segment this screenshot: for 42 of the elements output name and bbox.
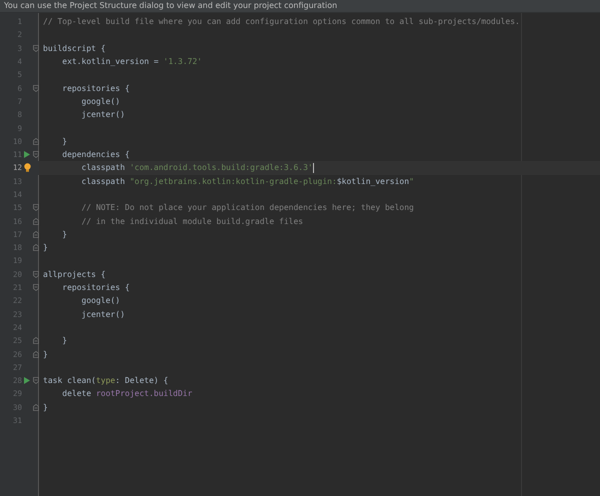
run-icon[interactable] [24,151,30,158]
code-line: // Top-level build file where you can add configuration options common to all sub-projects/modules. [43,17,520,26]
code-line: allprojects { [43,270,106,279]
fold-icon[interactable] [32,337,38,344]
code-line: google() [80,296,120,306]
fold-icon[interactable] [32,84,38,92]
code-line: } [61,336,68,346]
code-line: google() [80,96,120,106]
code-line: } [43,243,48,252]
code-line: buildscript { [43,44,106,53]
code-line: delete rootProject.buildDir [61,389,192,398]
fold-icon[interactable] [32,230,38,238]
run-icon[interactable] [24,377,30,384]
fold-icon[interactable] [32,218,38,225]
code-line: dependencies { [61,150,130,160]
code-line: } [43,350,48,359]
fold-icon[interactable] [32,244,38,252]
code-line: // in the individual module build.gradle files [80,216,304,226]
fold-icon[interactable] [32,44,38,52]
fold-icon[interactable] [32,404,38,411]
code-line: // NOTE: Do not place your application dependencies here; they belong [80,203,414,212]
lightbulb-icon[interactable] [24,163,30,172]
notification-banner: You can use the Project Structure dialog to view and edit your project configuration [0,0,600,13]
code-line: jcenter() [80,110,125,120]
fold-icon[interactable] [32,204,38,212]
code-line: classpath 'com.android.tools.build:gradle:3.6.3' [80,163,313,172]
code-line: classpath "org.jetbrains.kotlin:kotlin-gradle-plugin:$kotlin_version" [80,176,414,186]
fold-icon[interactable] [32,377,38,384]
code-line: task clean(type: Delete) { [43,376,168,386]
fold-icon[interactable] [32,151,38,158]
fold-icon[interactable] [32,350,38,358]
code-line: jcenter() [80,310,125,319]
code-line: } [43,402,48,412]
text-caret [312,162,314,173]
code-line: ext.kotlin_version = '1.3.72' [61,57,202,66]
fold-icon[interactable] [32,270,38,278]
fold-icon[interactable] [32,138,38,145]
fold-icon[interactable] [32,284,38,292]
code-line: } [61,230,68,239]
code-line: repositories { [61,283,130,292]
code-line: } [61,136,68,146]
code-line: repositories { [61,84,130,93]
